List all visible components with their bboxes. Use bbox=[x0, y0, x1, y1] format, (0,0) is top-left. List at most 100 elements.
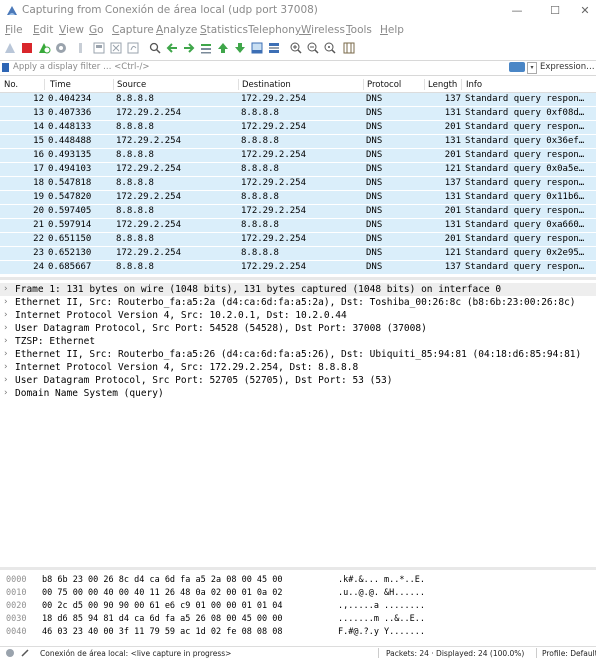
filter-history-dropdown[interactable]: ▾ bbox=[527, 62, 537, 74]
stop-icon[interactable] bbox=[20, 41, 34, 55]
packet-row[interactable]: 19 0.547820 172.29.2.254 8.8.8.8 DNS 131 Stand… bbox=[0, 191, 596, 204]
menu-capture[interactable]: Capture bbox=[112, 24, 154, 36]
autoscroll-icon[interactable] bbox=[250, 41, 264, 55]
cell-no: 13 bbox=[33, 108, 44, 118]
menu-tools[interactable]: Tools bbox=[346, 24, 372, 36]
pane-splitter[interactable] bbox=[0, 567, 596, 570]
forward-icon[interactable] bbox=[182, 41, 196, 55]
column-separator[interactable] bbox=[113, 79, 114, 90]
packet-row[interactable]: 12 0.404234 8.8.8.8 172.29.2.254 DNS 137 Stand… bbox=[0, 93, 596, 106]
column-separator[interactable] bbox=[363, 79, 364, 90]
expert-info-icon[interactable] bbox=[5, 648, 15, 658]
detail-tree-item[interactable]: › Frame 1: 131 bytes on wire (1048 bits),… bbox=[0, 283, 596, 296]
zoom-out-icon[interactable] bbox=[306, 41, 320, 55]
cell-info: Standard query respon… bbox=[465, 178, 585, 188]
menu-go[interactable]: Go bbox=[89, 24, 104, 36]
menu-edit[interactable]: Edit bbox=[33, 24, 53, 36]
packet-row[interactable]: 16 0.493135 8.8.8.8 172.29.2.254 DNS 201 Stand… bbox=[0, 149, 596, 162]
capture-comment-icon[interactable] bbox=[20, 648, 30, 658]
packet-row[interactable]: 17 0.494103 172.29.2.254 8.8.8.8 DNS 121 Stand… bbox=[0, 163, 596, 176]
column-header-time[interactable]: Time bbox=[50, 80, 71, 90]
cell-destination: 172.29.2.254 bbox=[241, 150, 307, 160]
reload-icon[interactable] bbox=[126, 41, 140, 55]
menu-statistics[interactable]: Statistics bbox=[200, 24, 248, 36]
cell-length: 201 bbox=[444, 206, 461, 216]
resize-columns-icon[interactable] bbox=[342, 41, 356, 55]
packet-details-pane: › Frame 1: 131 bytes on wire (1048 bits),… bbox=[0, 282, 596, 567]
expand-arrow-icon[interactable]: › bbox=[3, 336, 11, 346]
expand-arrow-icon[interactable]: › bbox=[3, 362, 11, 372]
cell-info: Standard query 0xa660… bbox=[465, 220, 585, 230]
packet-row[interactable]: 13 0.407336 172.29.2.254 8.8.8.8 DNS 131 Stand… bbox=[0, 107, 596, 120]
column-header-no[interactable]: No. bbox=[4, 80, 18, 90]
last-icon[interactable] bbox=[233, 41, 247, 55]
packet-row[interactable]: 18 0.547818 8.8.8.8 172.29.2.254 DNS 137 Stand… bbox=[0, 177, 596, 190]
column-separator[interactable] bbox=[238, 79, 239, 90]
cell-info: Standard query 0x2e95… bbox=[465, 248, 585, 258]
column-separator[interactable] bbox=[424, 79, 425, 90]
cell-source: 172.29.2.254 bbox=[116, 220, 182, 230]
maximize-button[interactable]: ☐ bbox=[540, 2, 570, 20]
packet-row[interactable]: 15 0.448488 172.29.2.254 8.8.8.8 DNS 131 Stand… bbox=[0, 135, 596, 148]
cell-info: Standard query respon… bbox=[465, 150, 585, 160]
packet-row[interactable]: 20 0.597405 8.8.8.8 172.29.2.254 DNS 201 Stand… bbox=[0, 205, 596, 218]
expand-arrow-icon[interactable]: › bbox=[3, 284, 11, 294]
close-file-icon[interactable] bbox=[109, 41, 123, 55]
cell-time: 0.685667 bbox=[48, 262, 92, 272]
menu-wireless[interactable]: Wireless bbox=[301, 24, 345, 36]
detail-tree-label: TZSP: Ethernet bbox=[15, 336, 96, 347]
expand-arrow-icon[interactable]: › bbox=[3, 375, 11, 385]
menu-file[interactable]: File bbox=[5, 24, 23, 36]
cell-no: 15 bbox=[33, 136, 44, 146]
restart-icon[interactable] bbox=[37, 41, 51, 55]
menu-view[interactable]: View bbox=[59, 24, 84, 36]
packet-row[interactable]: 14 0.448133 8.8.8.8 172.29.2.254 DNS 201 Stand… bbox=[0, 121, 596, 134]
zoom-in-icon[interactable] bbox=[289, 41, 303, 55]
column-header-info[interactable]: Info bbox=[466, 80, 482, 90]
column-header-destination[interactable]: Destination bbox=[242, 80, 291, 90]
cell-length: 131 bbox=[444, 136, 461, 146]
column-separator[interactable] bbox=[44, 79, 45, 90]
expression-button[interactable]: Expression… bbox=[540, 62, 595, 72]
close-button[interactable]: ✕ bbox=[574, 2, 596, 20]
cell-protocol: DNS bbox=[366, 178, 383, 188]
zoom-normal-icon[interactable] bbox=[323, 41, 337, 55]
column-header-source[interactable]: Source bbox=[117, 80, 146, 90]
expand-arrow-icon[interactable]: › bbox=[3, 388, 11, 398]
pane-splitter[interactable] bbox=[0, 277, 596, 280]
bookmark-icon[interactable] bbox=[2, 63, 9, 72]
status-separator bbox=[536, 648, 537, 658]
expand-arrow-icon[interactable]: › bbox=[3, 310, 11, 320]
column-separator[interactable] bbox=[461, 79, 462, 90]
minimize-button[interactable]: — bbox=[502, 2, 532, 20]
cell-length: 131 bbox=[444, 220, 461, 230]
column-header-length[interactable]: Length bbox=[428, 80, 457, 90]
cell-time: 0.597405 bbox=[48, 206, 92, 216]
packet-row[interactable]: 24 0.685667 8.8.8.8 172.29.2.254 DNS 137 Stand… bbox=[0, 261, 596, 274]
packet-row[interactable]: 22 0.651150 8.8.8.8 172.29.2.254 DNS 201 Stand… bbox=[0, 233, 596, 246]
packet-row[interactable]: 21 0.597914 172.29.2.254 8.8.8.8 DNS 131 Stand… bbox=[0, 219, 596, 232]
wireshark-app-icon bbox=[7, 6, 17, 15]
menu-help[interactable]: Help bbox=[380, 24, 404, 36]
column-header-protocol[interactable]: Protocol bbox=[367, 80, 401, 90]
display-filter-input[interactable]: Apply a display filter … <Ctrl-/> bbox=[13, 62, 149, 72]
shark-fin-icon[interactable] bbox=[3, 41, 17, 55]
menu-analyze[interactable]: Analyze bbox=[156, 24, 197, 36]
expand-arrow-icon[interactable]: › bbox=[3, 349, 11, 359]
goto-icon[interactable] bbox=[199, 41, 213, 55]
cell-time: 0.547818 bbox=[48, 178, 92, 188]
save-icon[interactable] bbox=[92, 41, 106, 55]
colorize-icon[interactable] bbox=[267, 41, 281, 55]
options-icon[interactable] bbox=[54, 41, 68, 55]
menu-telephony[interactable]: Telephony bbox=[248, 24, 301, 36]
find-icon[interactable] bbox=[148, 41, 162, 55]
back-icon[interactable] bbox=[165, 41, 179, 55]
packet-row[interactable]: 23 0.652130 172.29.2.254 8.8.8.8 DNS 121 Stand… bbox=[0, 247, 596, 260]
cell-destination: 172.29.2.254 bbox=[241, 262, 307, 272]
expand-arrow-icon[interactable]: › bbox=[3, 297, 11, 307]
expand-arrow-icon[interactable]: › bbox=[3, 323, 11, 333]
open-icon[interactable] bbox=[76, 41, 90, 55]
apply-filter-icon[interactable] bbox=[509, 62, 525, 72]
first-icon[interactable] bbox=[216, 41, 230, 55]
status-profile[interactable]: Profile: Default bbox=[542, 649, 596, 658]
